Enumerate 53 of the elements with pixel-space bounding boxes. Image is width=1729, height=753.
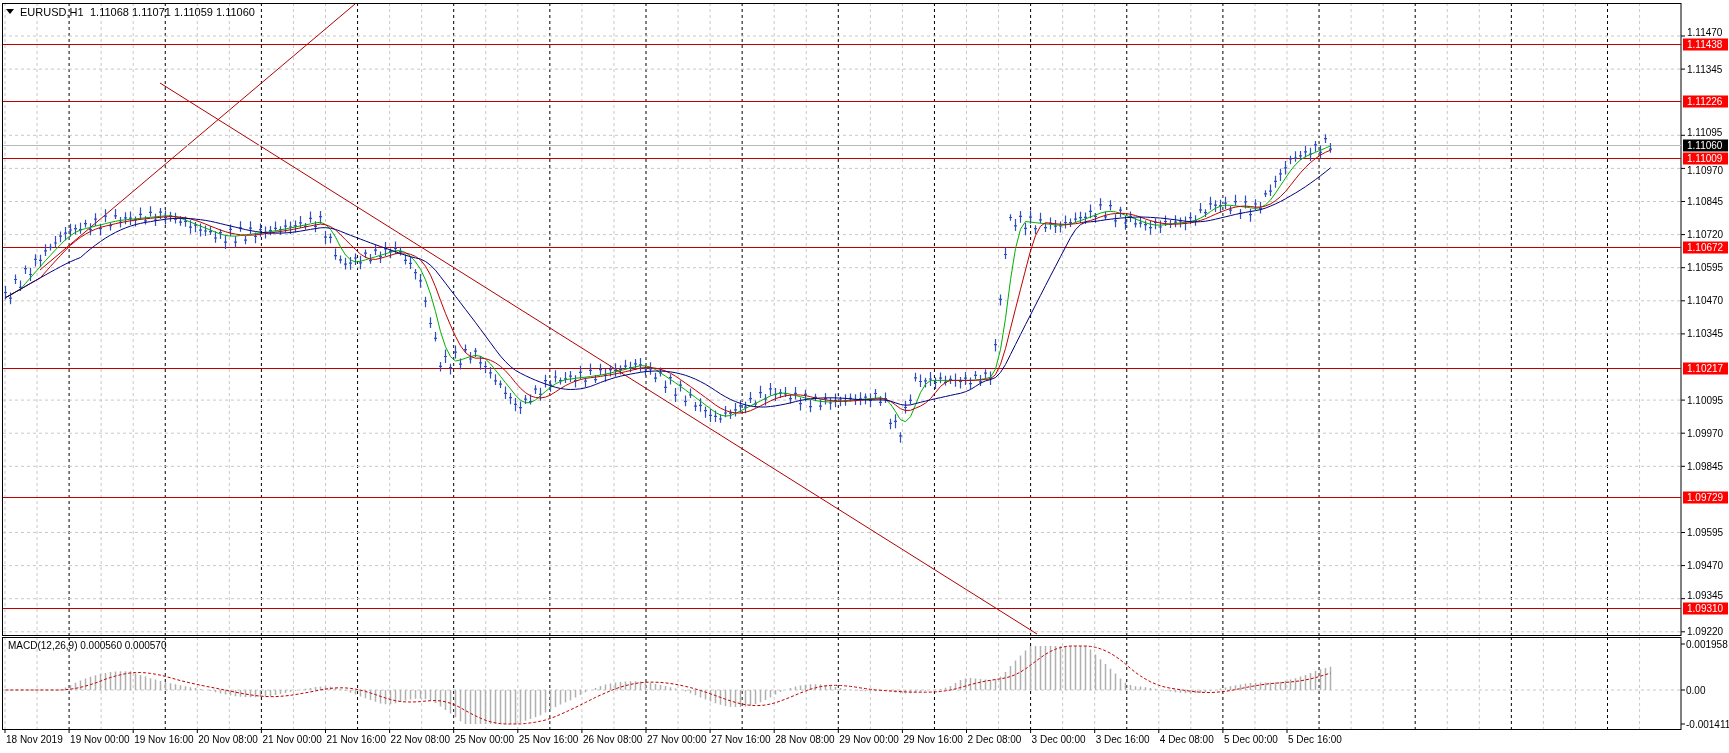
price-axis-label: 1.09470 xyxy=(1687,560,1724,572)
time-axis-label: 19 Nov 16:00 xyxy=(134,734,194,745)
price-axis-label: 1.11095 xyxy=(1687,127,1723,139)
price-axis-label: 1.11345 xyxy=(1687,63,1723,75)
time-axis-label: 5 Dec 00:00 xyxy=(1223,734,1278,745)
time-axis-label: 27 Nov 00:00 xyxy=(647,734,707,745)
time-axis-label: 19 Nov 00:00 xyxy=(70,734,130,745)
price-axis-label: 1.09345 xyxy=(1687,590,1724,602)
time-axis-label: 28 Nov 08:00 xyxy=(775,734,835,745)
caret-icon[interactable] xyxy=(6,9,14,14)
level-price-tag: 1.11009 xyxy=(1683,152,1728,165)
time-axis-label: 3 Dec 16:00 xyxy=(1095,734,1150,745)
level-price-tag: 1.10672 xyxy=(1683,241,1728,254)
price-axis-label: 1.10970 xyxy=(1687,164,1724,176)
level-price-tag: 1.11226 xyxy=(1683,95,1728,108)
indicator-axis-label: 0.001958 xyxy=(1686,638,1728,650)
price-axis-label: 1.10470 xyxy=(1687,295,1724,307)
time-axis-label: 3 Dec 00:00 xyxy=(1031,734,1086,745)
time-axis-label: 21 Nov 16:00 xyxy=(326,734,386,745)
price-axis-label: 1.09595 xyxy=(1687,527,1724,538)
price-axis-label: 1.10345 xyxy=(1687,328,1724,340)
price-axis-label: 1.10845 xyxy=(1687,196,1724,207)
time-axis-label: 25 Nov 16:00 xyxy=(518,734,579,745)
price-quote: 1.11068 1.11071 1.11059 1.11060 xyxy=(90,6,255,18)
time-axis-label: 20 Nov 08:00 xyxy=(198,734,258,745)
chart-symbol: EURUSD,H1 xyxy=(20,6,84,18)
price-axis-label: 1.10095 xyxy=(1687,394,1724,406)
price-axis-label: 1.09970 xyxy=(1687,427,1724,439)
time-axis-label: 27 Nov 16:00 xyxy=(711,734,771,745)
trend-line[interactable] xyxy=(159,82,1038,635)
price-axis-label: 1.10595 xyxy=(1687,262,1724,274)
price-axis-label: 1.09220 xyxy=(1687,626,1724,638)
level-price-tag: 1.11438 xyxy=(1683,38,1728,51)
level-price-tag: 1.10217 xyxy=(1683,362,1728,375)
level-price-tag: 1.09310 xyxy=(1683,602,1728,615)
time-axis-label: 26 Nov 08:00 xyxy=(582,734,643,745)
level-price-tag: 1.09729 xyxy=(1683,491,1728,504)
indicator-axis-label: 0.00 xyxy=(1686,684,1706,696)
price-axis-label: 1.09845 xyxy=(1687,460,1724,472)
indicator-axis-label: -0.001411 xyxy=(1686,718,1729,730)
price-axis-label: 1.10720 xyxy=(1687,229,1724,241)
time-axis-label: 29 Nov 00:00 xyxy=(839,734,899,745)
time-axis-label: 2 Dec 08:00 xyxy=(967,734,1022,745)
time-axis-label: 18 Nov 2019 xyxy=(6,734,63,745)
time-axis-label: 29 Nov 16:00 xyxy=(903,734,963,745)
time-axis-label: 22 Nov 08:00 xyxy=(390,734,451,745)
price-axis-label: 1.11470 xyxy=(1687,26,1723,38)
time-axis-label: 21 Nov 00:00 xyxy=(262,734,322,745)
indicator-title: MACD(12,26,9) 0.000560 0.000570 xyxy=(8,640,167,651)
current-price-tag: 1.11060 xyxy=(1683,139,1728,152)
time-axis-label: 4 Dec 08:00 xyxy=(1159,734,1214,745)
time-axis-label: 5 Dec 16:00 xyxy=(1288,734,1342,745)
time-axis-label: 25 Nov 00:00 xyxy=(454,734,515,745)
